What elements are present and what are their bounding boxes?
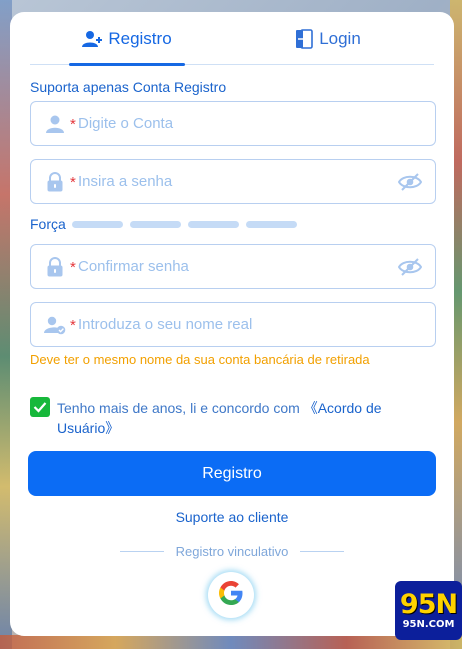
- strength-label: Força: [30, 216, 66, 232]
- strength-bar: [187, 220, 239, 228]
- confirm-password-field[interactable]: * Confirmar senha: [30, 244, 436, 289]
- lock-icon: [44, 256, 66, 278]
- register-dialog: Registro Login Suporta apenas Conta Regi…: [10, 12, 454, 636]
- tab-register[interactable]: Registro: [69, 12, 185, 66]
- strength-bar: [71, 220, 123, 228]
- required-mark: *: [70, 174, 76, 191]
- required-mark: *: [70, 317, 76, 334]
- lock-icon: [44, 171, 66, 193]
- required-mark: *: [70, 116, 76, 133]
- user-check-icon: [44, 314, 66, 336]
- binding-divider: Registro vinculativo: [114, 542, 350, 560]
- required-mark: *: [70, 259, 76, 276]
- binding-label: Registro vinculativo: [175, 543, 289, 559]
- real-name-field[interactable]: * Introduza o seu nome real: [30, 302, 436, 347]
- confirm-password-placeholder: Confirmar senha: [78, 258, 189, 275]
- real-name-placeholder: Introduza o seu nome real: [78, 316, 253, 333]
- account-placeholder: Digite o Conta: [78, 115, 174, 132]
- register-button[interactable]: Registro: [28, 451, 436, 496]
- checkmark-icon: [33, 402, 47, 413]
- bank-name-warning: Deve ter o mesmo nome da sua conta bancá…: [30, 352, 370, 367]
- support-note: Suporta apenas Conta Registro: [30, 79, 227, 95]
- strength-bar: [245, 220, 297, 228]
- tab-register-label: Registro: [108, 28, 172, 48]
- active-tab-indicator: [69, 63, 185, 66]
- google-icon: [217, 579, 245, 612]
- customer-support-link[interactable]: Suporte ao cliente: [10, 509, 454, 525]
- eye-off-icon[interactable]: [397, 257, 423, 277]
- auth-tabs: Registro Login: [30, 12, 434, 66]
- password-placeholder: Insira a senha: [78, 173, 173, 190]
- eye-off-icon[interactable]: [397, 172, 423, 192]
- agreement-label: Tenho mais de anos, li e concordo com: [57, 400, 304, 416]
- strength-bar: [129, 220, 181, 228]
- tab-login-label: Login: [319, 28, 361, 48]
- tab-login[interactable]: Login: [263, 12, 393, 65]
- add-user-icon: [82, 30, 103, 48]
- agreement-text: Tenho mais de anos, li e concordo com 《A…: [57, 398, 427, 438]
- login-door-icon: [295, 28, 313, 49]
- brand-logo-text: 95N: [399, 588, 458, 620]
- brand-logo: 95N 95N.COM: [395, 581, 462, 640]
- divider-line: [119, 550, 164, 552]
- brand-logo-domain: 95N.COM: [402, 618, 455, 630]
- google-login-button[interactable]: [208, 572, 254, 618]
- password-strength: Força: [30, 215, 304, 233]
- user-icon: [44, 113, 66, 135]
- background-strip-bottom: [0, 635, 462, 649]
- password-field[interactable]: * Insira a senha: [30, 159, 436, 204]
- agreement-checkbox[interactable]: [30, 397, 50, 417]
- account-field[interactable]: * Digite o Conta: [30, 101, 436, 146]
- divider-line: [300, 550, 345, 552]
